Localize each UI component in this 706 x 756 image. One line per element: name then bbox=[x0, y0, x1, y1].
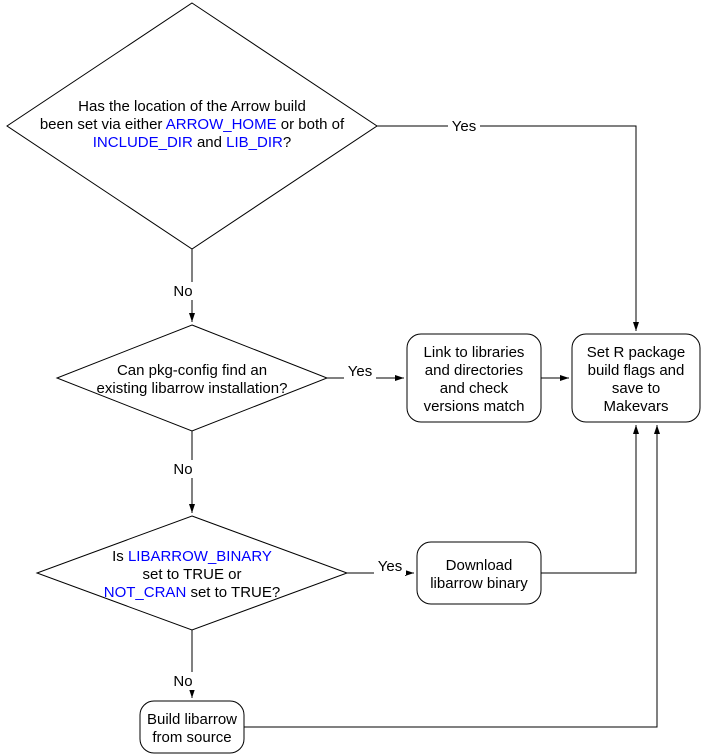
q2-line2: existing libarrow installation? bbox=[97, 380, 288, 397]
svg-text:No: No bbox=[173, 673, 192, 690]
edge-p2-end bbox=[541, 425, 636, 573]
svg-text:versions match: versions match bbox=[424, 398, 525, 415]
svg-text:NOT_CRAN set to TRUE?: NOT_CRAN set to TRUE? bbox=[104, 584, 280, 601]
svg-text:and directories: and directories bbox=[425, 362, 523, 379]
decision-libarrow-binary: Is LIBARROW_BINARY set to TRUE or NOT_CR… bbox=[37, 516, 347, 630]
edge-q2-yes: Yes bbox=[327, 362, 404, 380]
q3-line2: set to TRUE or bbox=[143, 566, 242, 583]
svg-text:Yes: Yes bbox=[348, 363, 372, 380]
svg-text:Download: Download bbox=[446, 557, 513, 574]
svg-text:No: No bbox=[173, 461, 192, 478]
decision-pkg-config: Can pkg-config find an existing libarrow… bbox=[57, 325, 327, 431]
svg-text:Yes: Yes bbox=[378, 558, 402, 575]
edge-q1-no: No bbox=[172, 249, 197, 322]
decision-arrow-location: Has the location of the Arrow build been… bbox=[7, 3, 377, 249]
svg-text:libarrow binary: libarrow binary bbox=[430, 575, 528, 592]
svg-text:and check: and check bbox=[440, 380, 509, 397]
edge-q1-yes: Yes bbox=[377, 117, 636, 331]
svg-text:been set via either ARROW_HOME: been set via either ARROW_HOME or both o… bbox=[40, 116, 345, 133]
q1-line1: Has the location of the Arrow build bbox=[78, 98, 306, 115]
env-not-cran: NOT_CRAN bbox=[104, 584, 187, 601]
process-build-source: Build libarrow from source bbox=[140, 701, 244, 753]
svg-text:from source: from source bbox=[152, 729, 231, 746]
svg-text:build flags and: build flags and bbox=[588, 362, 685, 379]
svg-text:Link to libraries: Link to libraries bbox=[424, 344, 525, 361]
svg-text:No: No bbox=[173, 283, 192, 300]
svg-text:save to: save to bbox=[612, 380, 660, 397]
process-download-binary: Download libarrow binary bbox=[417, 542, 541, 604]
env-libarrow-binary: LIBARROW_BINARY bbox=[128, 548, 272, 565]
svg-text:INCLUDE_DIR and LIB_DIR?: INCLUDE_DIR and LIB_DIR? bbox=[93, 134, 291, 151]
svg-text:Yes: Yes bbox=[452, 118, 476, 135]
edge-q3-no: No bbox=[172, 630, 197, 698]
svg-text:Is LIBARROW_BINARY: Is LIBARROW_BINARY bbox=[112, 548, 272, 565]
q2-line1: Can pkg-config find an bbox=[117, 362, 267, 379]
process-link-libraries: Link to libraries and directories and ch… bbox=[407, 334, 541, 422]
svg-text:Set R package: Set R package bbox=[587, 344, 685, 361]
edge-q3-yes: Yes bbox=[347, 557, 414, 575]
env-include-dir: INCLUDE_DIR bbox=[93, 134, 193, 151]
process-set-flags: Set R package build flags and save to Ma… bbox=[572, 334, 700, 422]
svg-text:Build libarrow: Build libarrow bbox=[147, 711, 237, 728]
svg-text:Makevars: Makevars bbox=[603, 398, 668, 415]
edge-q2-no: No bbox=[172, 431, 197, 513]
env-lib-dir: LIB_DIR bbox=[226, 134, 283, 151]
env-arrow-home: ARROW_HOME bbox=[166, 116, 277, 133]
